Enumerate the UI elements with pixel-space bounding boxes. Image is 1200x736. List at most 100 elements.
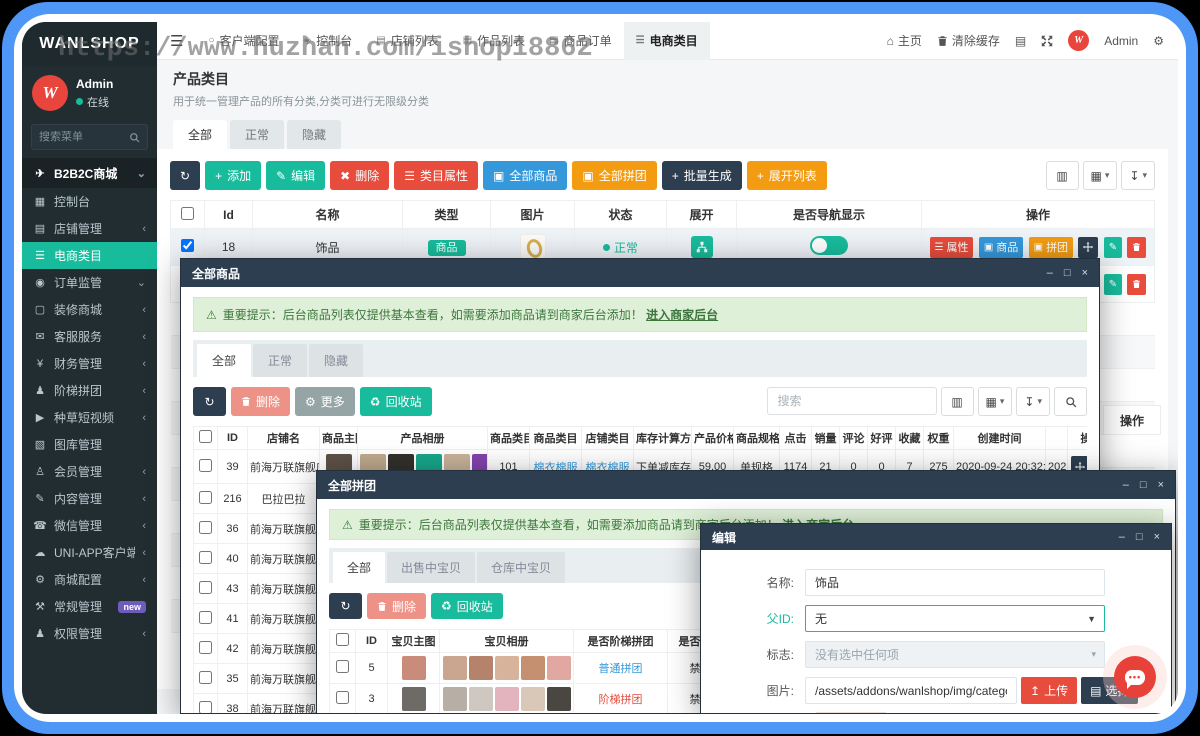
sidebar-item[interactable]: ▢ 装修商城 ‹ xyxy=(22,296,157,323)
toolbar-button[interactable]: ✎ 编辑 xyxy=(266,161,325,190)
minimize-icon[interactable]: – xyxy=(1119,531,1125,543)
column-header[interactable]: 店铺类目 xyxy=(582,427,634,450)
toolbar-button[interactable]: + 展开列表 xyxy=(747,161,827,190)
column-header[interactable]: 状态 xyxy=(575,201,667,229)
row-checkbox[interactable] xyxy=(336,660,349,673)
column-header[interactable]: 店铺名 xyxy=(248,427,320,450)
modal-tab[interactable]: 全部 xyxy=(333,552,385,583)
album-image[interactable] xyxy=(469,656,493,680)
expand-button[interactable] xyxy=(691,236,713,258)
sidebar-item[interactable]: ✈ B2B2C商城 ⌄ xyxy=(22,158,157,188)
row-checkbox[interactable] xyxy=(199,611,212,624)
sidebar-item[interactable]: ¥ 财务管理 ‹ xyxy=(22,350,157,377)
name-field[interactable] xyxy=(805,569,1105,596)
sidebar-item[interactable]: ♟ 权限管理 ‹ xyxy=(22,620,157,647)
row-checkbox[interactable] xyxy=(199,701,212,714)
album-image[interactable] xyxy=(469,687,493,711)
gear-icon[interactable]: ⚙ xyxy=(1153,34,1164,48)
close-icon[interactable]: × xyxy=(1154,531,1160,543)
row-checkbox[interactable] xyxy=(199,491,212,504)
merchant-backend-link[interactable]: 进入商家后台 xyxy=(646,308,718,322)
column-header[interactable]: 评论 xyxy=(840,427,868,450)
goods-button[interactable]: ▣商品 xyxy=(979,237,1023,258)
sidebar-item[interactable]: ♟ 阶梯拼团 ‹ xyxy=(22,377,157,404)
upload-button[interactable]: ↥上传 xyxy=(1021,677,1077,704)
table-view-button[interactable]: ↧ ▾ xyxy=(1121,161,1155,190)
sidebar-item[interactable]: ☎ 微信管理 ‹ xyxy=(22,512,157,539)
column-header[interactable]: 操作 xyxy=(922,201,1155,229)
username-label[interactable]: Admin xyxy=(1104,34,1138,48)
column-header[interactable]: 销量 xyxy=(812,427,840,450)
navbar-tab[interactable]: ☰ 电商类目 xyxy=(624,22,710,60)
album-image[interactable] xyxy=(495,656,519,680)
goods-modal-header[interactable]: 全部商品 – □ × xyxy=(181,259,1099,287)
row-checkbox[interactable] xyxy=(199,551,212,564)
home-link[interactable]: ⌂主页 xyxy=(887,32,922,49)
hamburger-menu-icon[interactable]: ☰ xyxy=(157,32,196,50)
column-header[interactable]: 好评 xyxy=(868,427,896,450)
item-main-image[interactable] xyxy=(402,656,426,680)
select-all-checkbox[interactable] xyxy=(194,427,218,450)
column-header[interactable]: 点击 xyxy=(780,427,812,450)
avatar[interactable]: W xyxy=(1068,30,1089,51)
column-header[interactable]: ID xyxy=(218,427,248,450)
group-type-label[interactable]: 阶梯拼团 xyxy=(599,694,643,706)
group-button[interactable]: ▣拼团 xyxy=(1029,237,1073,258)
column-header[interactable]: 权重 xyxy=(924,427,954,450)
column-header[interactable]: 产品相册 xyxy=(358,427,488,450)
column-header[interactable]: 名称 xyxy=(253,201,403,229)
sidebar-item[interactable]: ☁ UNI-APP客户端 ‹ xyxy=(22,539,157,566)
column-header[interactable]: 是否导航显示 xyxy=(737,201,922,229)
nav-display-toggle[interactable] xyxy=(810,236,848,255)
toolbar-button[interactable]: ↻ xyxy=(170,161,200,190)
sidebar-item[interactable]: ▤ 店铺管理 ‹ xyxy=(22,215,157,242)
chat-button[interactable]: ••• xyxy=(1114,656,1156,698)
sidebar-item[interactable]: ☰ 电商类目 xyxy=(22,242,157,269)
column-header[interactable]: 库存计算方式 xyxy=(634,427,692,450)
select-all-checkbox[interactable] xyxy=(171,201,205,229)
maximize-icon[interactable]: □ xyxy=(1140,479,1147,491)
select-all-checkbox[interactable] xyxy=(330,630,356,653)
navbar-tab[interactable]: ▤ 商品订单 xyxy=(537,22,623,60)
album-image[interactable] xyxy=(443,687,467,711)
column-header[interactable]: 创建时间 xyxy=(954,427,1046,450)
search-button[interactable] xyxy=(1054,387,1087,416)
row-checkbox[interactable] xyxy=(181,239,194,252)
toolbar-button[interactable]: + 批量生成 xyxy=(662,161,742,190)
avatar[interactable]: W xyxy=(32,75,68,111)
delete-button[interactable] xyxy=(1127,237,1146,258)
delete-button[interactable] xyxy=(1127,274,1146,295)
column-header[interactable]: ID xyxy=(356,630,388,653)
edit-button[interactable]: ✎ xyxy=(1104,237,1122,258)
modal-tab[interactable]: 正常 xyxy=(253,344,307,377)
column-header[interactable]: 商品规格 xyxy=(734,427,780,450)
column-header[interactable] xyxy=(1046,427,1068,450)
column-header[interactable]: 是否阶梯拼团 xyxy=(574,630,668,653)
recycle-bin-button[interactable]: ♻回收站 xyxy=(360,387,432,416)
image-preview[interactable] xyxy=(816,712,886,714)
fullscreen-icon[interactable] xyxy=(1041,35,1053,47)
image-path-field[interactable] xyxy=(805,677,1017,704)
column-header[interactable]: 商品类目 xyxy=(488,427,530,450)
column-header[interactable]: 展开 xyxy=(667,201,737,229)
album-image[interactable] xyxy=(521,687,545,711)
sidebar-item[interactable]: ▧ 图库管理 xyxy=(22,431,157,458)
navbar-tab[interactable]: ◈ 控制台 xyxy=(292,22,365,60)
table-view-button[interactable]: ▥ xyxy=(1046,161,1079,190)
page-tab[interactable]: 隐藏 xyxy=(287,120,341,149)
flag-select[interactable]: 没有选中任何项 ▾ xyxy=(805,641,1105,668)
file-icon[interactable]: ▤ xyxy=(1015,34,1026,48)
table-view-button[interactable]: ↧ ▾ xyxy=(1016,387,1050,416)
page-tab[interactable]: 正常 xyxy=(230,120,284,149)
album-image[interactable] xyxy=(547,687,571,711)
recycle-bin-button[interactable]: ♻回收站 xyxy=(431,593,503,619)
sidebar-item[interactable]: ⚒ 常规管理 new xyxy=(22,593,157,620)
row-checkbox[interactable] xyxy=(336,691,349,704)
column-header[interactable]: 收藏 xyxy=(896,427,924,450)
navbar-tab[interactable]: ○ 客户端配置 xyxy=(196,22,291,60)
toolbar-button[interactable]: ▣ 全部拼团 xyxy=(572,161,656,190)
sidebar-item[interactable]: ✉ 客服服务 ‹ xyxy=(22,323,157,350)
row-checkbox[interactable] xyxy=(199,641,212,654)
row-checkbox[interactable] xyxy=(199,581,212,594)
row-checkbox[interactable] xyxy=(199,521,212,534)
